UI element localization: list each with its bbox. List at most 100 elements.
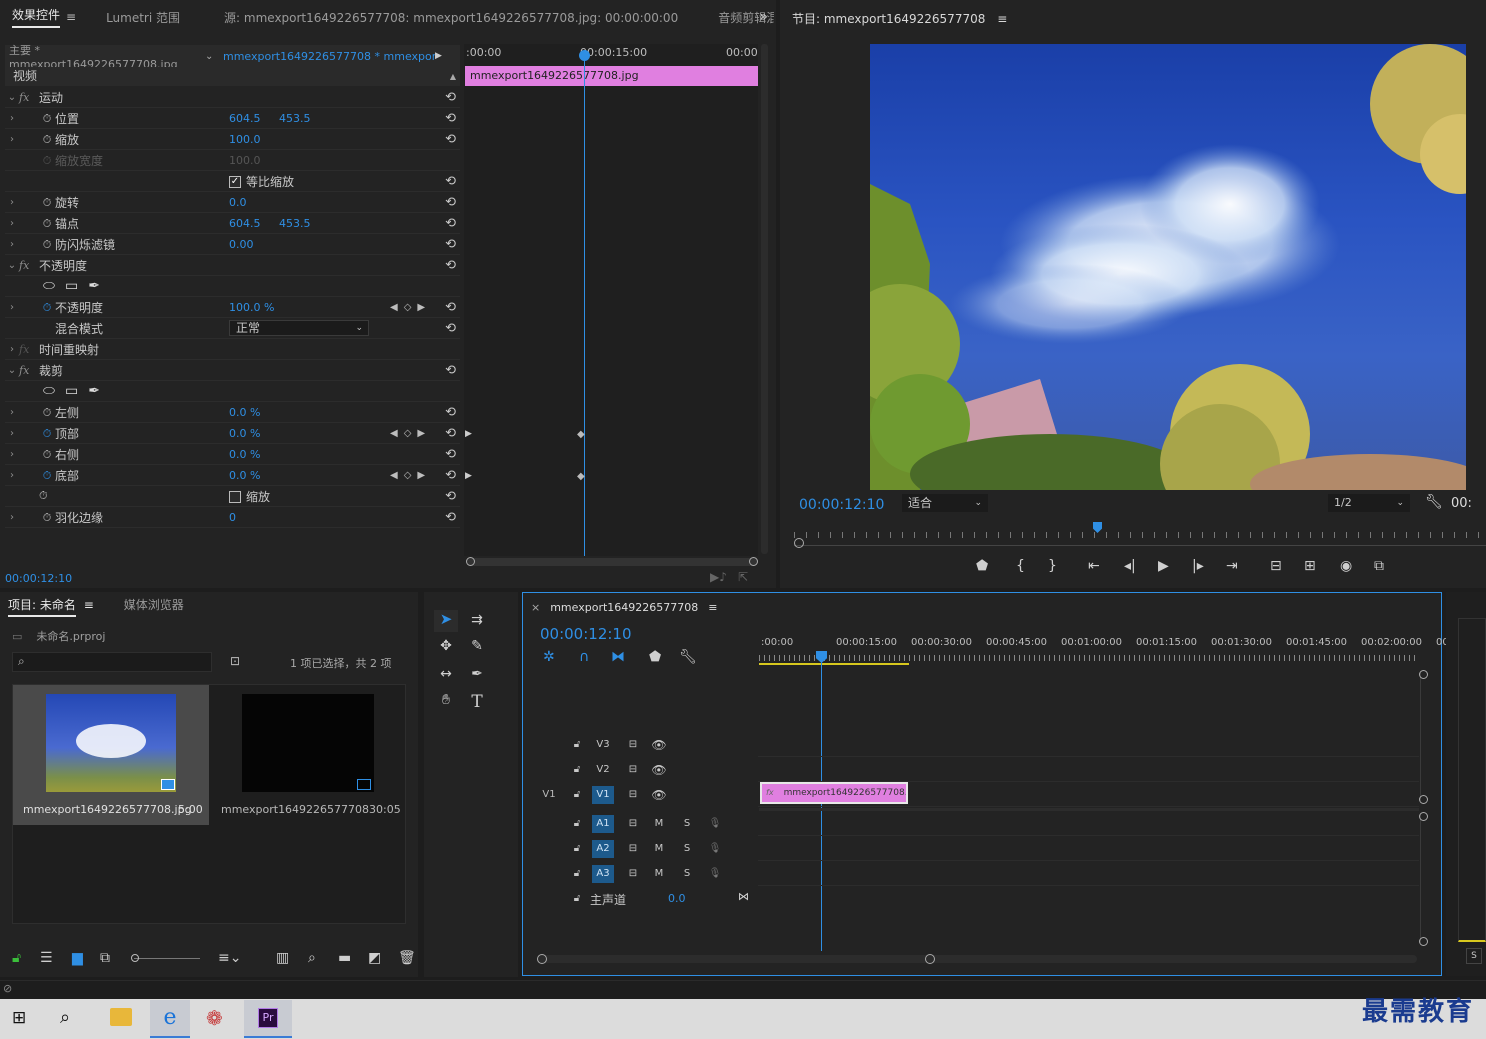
play-only-icon[interactable]: ▶ — [435, 51, 442, 61]
sync-lock-icon[interactable]: ⊟ — [622, 786, 644, 804]
lock-icon[interactable]: 🔓︎ — [12, 950, 21, 966]
pen-mask-icon[interactable]: ✒ — [88, 383, 100, 399]
share-icon[interactable]: ⇱ — [738, 570, 748, 584]
solo-button[interactable]: S — [676, 865, 698, 883]
stopwatch-icon[interactable]: ⏱ — [39, 112, 55, 125]
reset-icon[interactable]: ⟲ — [445, 237, 456, 252]
checkbox-field[interactable]: 缩放 — [229, 488, 270, 505]
find-icon[interactable]: ⌕ — [308, 950, 316, 966]
comparison-view-icon[interactable]: ⧉ — [1374, 558, 1384, 574]
reset-icon[interactable]: ⟲ — [445, 405, 456, 420]
slider-handle[interactable] — [131, 954, 139, 962]
tab-project[interactable]: 项目: 未命名 ≡ — [4, 596, 98, 617]
edge-icon[interactable]: e — [150, 1000, 190, 1038]
linked-selection-icon[interactable]: ⧓ — [611, 649, 625, 665]
solo-button[interactable]: S — [676, 840, 698, 858]
property-value[interactable]: 100.0 % — [229, 301, 274, 314]
sync-lock-icon[interactable]: ⊟ — [622, 736, 644, 754]
automate-to-sequence-icon[interactable]: ▥ — [276, 950, 289, 966]
property-value[interactable]: 100.0 — [229, 154, 261, 167]
stopwatch-icon[interactable]: ⏱ — [39, 238, 55, 251]
chevron-right-icon[interactable]: › — [5, 239, 19, 250]
timeline-a-scroll[interactable] — [1419, 812, 1428, 946]
close-icon[interactable]: × — [531, 601, 540, 614]
scroll-handle-right[interactable] — [749, 557, 758, 566]
chevron-down-icon[interactable]: ⌄ — [5, 92, 19, 103]
scroll-handle-left[interactable] — [794, 538, 804, 548]
new-item-icon[interactable]: ◩ — [368, 950, 381, 966]
item-thumbnail[interactable] — [242, 694, 374, 792]
file-explorer-icon[interactable] — [110, 1008, 132, 1026]
ec-clip-bar[interactable]: mmexport1649226577708.jpg — [465, 66, 758, 86]
reset-icon[interactable]: ⟲ — [445, 111, 456, 126]
new-search-bin-icon[interactable]: ⊡ — [230, 654, 240, 668]
scroll-handle[interactable] — [1419, 670, 1428, 679]
chevron-right-icon[interactable]: › — [5, 470, 19, 481]
stopwatch-icon[interactable]: ⏱ — [39, 427, 55, 440]
track-target-V3[interactable]: V3 — [592, 736, 614, 754]
tab-effect-controls[interactable]: 效果控件 ≡ — [4, 6, 84, 28]
program-title[interactable]: 节目: mmexport1649226577708 ≡ — [792, 10, 1007, 27]
lock-icon[interactable]: 🔓︎ — [566, 815, 588, 833]
stopwatch-icon[interactable]: ⏱ — [39, 511, 55, 524]
property-value[interactable]: 0.0 — [229, 196, 247, 209]
hand-tool-icon[interactable]: ✋︎ — [434, 692, 458, 708]
fx-icon[interactable]: fx — [19, 343, 39, 356]
property-value[interactable]: 0.0 % — [229, 406, 260, 419]
microphone-icon[interactable]: 🎙︎ — [704, 840, 726, 858]
master-volume-value[interactable]: 0.0 — [668, 892, 686, 905]
property-value[interactable]: 604.5 — [229, 112, 261, 125]
item-thumbnail[interactable] — [46, 694, 176, 792]
chevron-right-icon[interactable]: › — [5, 197, 19, 208]
project-item[interactable]: mmexport1649226577708 30:05 — [211, 685, 407, 825]
chevron-right-icon[interactable]: › — [5, 512, 19, 523]
chevron-right-icon[interactable]: › — [5, 428, 19, 439]
sync-lock-icon[interactable]: ⊟ — [622, 840, 644, 858]
reset-icon[interactable]: ⟲ — [445, 90, 456, 105]
icon-view-icon[interactable]: ▆ — [72, 950, 83, 966]
eye-icon[interactable]: 👁︎ — [648, 761, 670, 779]
work-area-bar[interactable] — [759, 663, 909, 665]
eye-icon[interactable]: 👁︎ — [648, 786, 670, 804]
extract-icon[interactable]: ⊞ — [1304, 558, 1316, 574]
reset-icon[interactable]: ⟲ — [445, 216, 456, 231]
settings-wrench-icon[interactable]: 🔧︎ — [1425, 494, 1443, 510]
solo-button[interactable]: S — [1466, 948, 1482, 964]
lift-icon[interactable]: ⊟ — [1270, 558, 1282, 574]
scroll-handle[interactable] — [1419, 812, 1428, 821]
lock-icon[interactable]: 🔓︎ — [566, 890, 588, 908]
keyframe-nav-icon[interactable]: ◀◇▶ — [390, 302, 431, 313]
keyframe-nav-icon[interactable]: ▶ — [465, 429, 472, 439]
reset-icon[interactable]: ⟲ — [445, 195, 456, 210]
timeline-v-scroll[interactable] — [1419, 670, 1428, 804]
program-ruler[interactable] — [794, 522, 1486, 548]
chevron-right-icon[interactable]: › — [5, 449, 19, 460]
project-search-input[interactable]: ⌕ — [12, 652, 212, 672]
stopwatch-icon[interactable]: ⏱ — [39, 469, 55, 482]
sync-lock-icon[interactable]: ⊟ — [622, 865, 644, 883]
mute-button[interactable]: M — [648, 840, 670, 858]
trash-icon[interactable]: 🗑︎ — [398, 950, 416, 966]
ellipse-mask-icon[interactable]: ⬭ — [43, 383, 55, 399]
resolution-select[interactable]: 1/2 ⌄ — [1328, 494, 1410, 512]
go-to-out-icon[interactable]: ⇥ — [1226, 558, 1238, 574]
project-item[interactable]: mmexport1649226577708.jpg 5:00 — [13, 685, 209, 825]
chevron-down-icon[interactable]: ⌄ — [205, 51, 223, 62]
fx-icon[interactable]: fx — [19, 364, 39, 377]
scroll-handle[interactable] — [1419, 937, 1428, 946]
reset-icon[interactable]: ⟲ — [445, 132, 456, 147]
scroll-handle-right[interactable] — [925, 954, 935, 964]
ec-timecode[interactable]: 00:00:12:10 — [5, 572, 72, 585]
pen-tool-icon[interactable]: ✒ — [466, 666, 488, 682]
search-icon[interactable]: ⌕ — [60, 1007, 70, 1028]
menu-icon[interactable]: ≡ — [708, 601, 717, 614]
chevron-right-icon[interactable]: › — [5, 134, 19, 145]
play-icon[interactable]: ▶ — [1158, 558, 1169, 574]
keyframe-nav-icon[interactable]: ▶ — [465, 471, 472, 481]
property-value[interactable]: 100.0 — [229, 133, 261, 146]
chevron-right-icon[interactable]: › — [5, 113, 19, 124]
new-bin-icon[interactable]: ▬ — [338, 950, 351, 966]
ec-vertical-scrollbar[interactable] — [761, 44, 768, 554]
zoom-slider[interactable] — [131, 954, 200, 962]
menu-icon[interactable]: ≡ — [66, 10, 76, 24]
